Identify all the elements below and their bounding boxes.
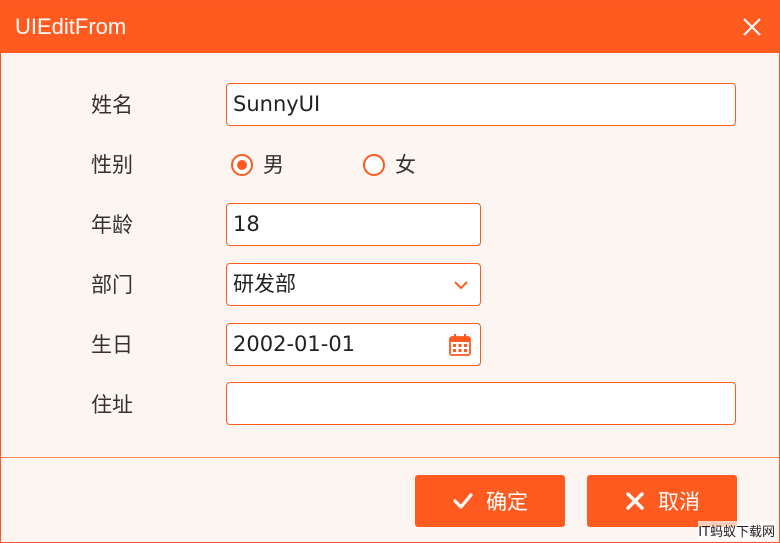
age-input[interactable]: 18	[226, 203, 481, 246]
cancel-button-label: 取消	[658, 490, 700, 514]
birthday-date-value: 2002-01-01	[233, 332, 356, 356]
age-label: 年龄	[91, 213, 133, 237]
watermark-text: IT蚂蚁下载网	[698, 521, 775, 540]
chevron-down-icon[interactable]	[452, 276, 470, 294]
edit-form-window: UIEditFrom 姓名 SunnyUI 性别 男 女 年龄 18 部门 研发…	[0, 0, 780, 543]
ok-button[interactable]: 确定	[415, 475, 565, 527]
footer-divider	[1, 457, 779, 458]
close-icon	[743, 18, 761, 36]
gender-label: 性别	[91, 153, 133, 177]
department-select[interactable]: 研发部	[226, 263, 481, 306]
ok-button-label: 确定	[486, 490, 528, 514]
address-label: 住址	[91, 393, 133, 417]
gender-radio-female[interactable]: 女	[363, 151, 416, 179]
title-bar[interactable]: UIEditFrom	[1, 1, 779, 53]
radio-male-label: 男	[263, 153, 284, 177]
window-title: UIEditFrom	[15, 14, 127, 39]
age-input-value: 18	[233, 212, 260, 236]
name-input[interactable]: SunnyUI	[226, 83, 736, 126]
cancel-button[interactable]: 取消	[587, 475, 737, 527]
form-area: 姓名 SunnyUI 性别 男 女 年龄 18 部门 研发部 生日 2002-0…	[1, 53, 779, 457]
check-icon	[453, 493, 473, 509]
x-icon	[626, 492, 644, 510]
gender-radio-male[interactable]: 男	[231, 151, 284, 179]
radio-female-indicator[interactable]	[363, 154, 385, 176]
department-select-value: 研发部	[233, 272, 296, 296]
name-input-value: SunnyUI	[233, 92, 321, 116]
close-button[interactable]	[737, 12, 767, 42]
birthday-date-picker[interactable]: 2002-01-01	[226, 323, 481, 366]
birthday-label: 生日	[91, 333, 133, 357]
name-label: 姓名	[91, 93, 133, 117]
department-label: 部门	[91, 273, 133, 297]
address-input[interactable]	[226, 382, 736, 425]
calendar-icon[interactable]	[448, 333, 472, 357]
radio-female-label: 女	[395, 153, 416, 177]
radio-male-indicator[interactable]	[231, 154, 253, 176]
